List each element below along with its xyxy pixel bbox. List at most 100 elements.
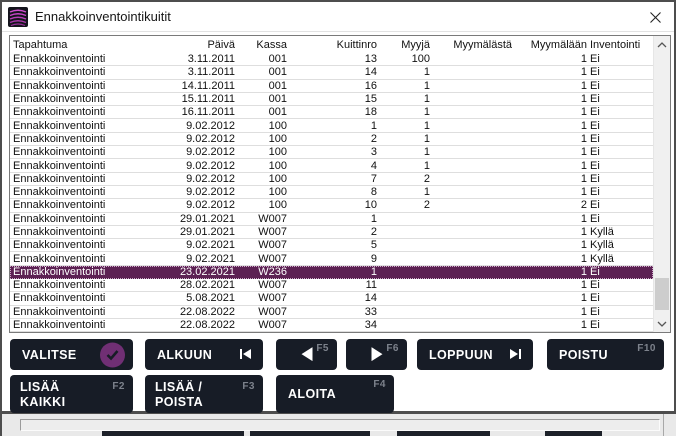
cell: Ennakkoinventointi [10,213,175,225]
table-row[interactable]: Ennakkoinventointi16.11.20110011811Ei [10,106,653,119]
skip-to-start-icon [240,348,251,362]
cell: 1 [377,133,430,145]
close-icon[interactable] [646,8,664,26]
cell: 9.02.2012 [175,186,235,198]
poistu-button[interactable]: F10 POISTU [547,339,664,370]
vertical-scrollbar[interactable] [653,36,670,332]
cell: 7 [287,173,377,185]
background-window-button-fragment [102,431,244,436]
cell: 1 [512,213,587,225]
cell: Ei [587,306,653,318]
cell: 16 [287,80,377,92]
cell: 9.02.2021 [175,253,235,265]
table-row-selected[interactable]: Ennakkoinventointi23.02.2021W23611Ei [10,266,653,279]
column-header-1: Päivä [175,39,235,51]
cell: 34 [287,319,377,331]
table-row[interactable]: Ennakkoinventointi9.02.2012100411Ei [10,159,653,172]
table-row[interactable]: Ennakkoinventointi9.02.2021W00791Kyllä [10,252,653,265]
cell: Ennakkoinventointi [10,292,175,304]
cell: 1 [377,120,430,132]
table-row[interactable]: Ennakkoinventointi9.02.2012100811Ei [10,186,653,199]
cell: 4 [287,160,377,172]
cell: Ei [587,173,653,185]
scroll-down-icon[interactable] [654,315,670,332]
background-window-button-fragment [545,431,602,436]
cell: 1 [512,292,587,304]
previous-button[interactable]: F5 [276,339,337,370]
cell: 1 [512,266,587,278]
table-row[interactable]: Ennakkoinventointi29.01.2021W00721Kyllä [10,226,653,239]
next-button[interactable]: F6 [346,339,407,370]
loppuun-label: LOPPUUN [429,348,493,362]
cell: 100 [377,53,430,65]
table-row[interactable]: Ennakkoinventointi9.02.2012100211Ei [10,133,653,146]
table-row[interactable]: Ennakkoinventointi9.02.2012100311Ei [10,146,653,159]
table-row[interactable]: Ennakkoinventointi9.02.20121001022Ei [10,199,653,212]
status-field [20,419,660,431]
cell: 15 [287,93,377,105]
cell: 14 [287,292,377,304]
background-window-edge [663,414,664,436]
table-row[interactable]: Ennakkoinventointi22.08.2022W007331Ei [10,306,653,319]
cell: 1 [377,66,430,78]
alkuun-button[interactable]: ALKUUN [145,339,263,370]
table-row[interactable]: Ennakkoinventointi29.01.2021W00711Ei [10,213,653,226]
cell: 100 [235,199,287,211]
cell: Ennakkoinventointi [10,173,175,185]
table-row[interactable]: Ennakkoinventointi3.11.20110011411Ei [10,66,653,79]
cell: Ennakkoinventointi [10,239,175,251]
cell: 001 [235,106,287,118]
cell: Ei [587,160,653,172]
cell: Ennakkoinventointi [10,146,175,158]
lisaa-kaikki-button[interactable]: F2 LISÄÄ KAIKKI [10,375,133,413]
cell: 1 [512,93,587,105]
poistu-fkey: F10 [637,343,656,354]
cell: 2 [377,173,430,185]
lisaa-kaikki-label-line1: LISÄÄ [20,380,123,395]
cell: 5.08.2021 [175,292,235,304]
receipt-list-content: TapahtumaPäiväKassaKuittinroMyyjäMyymälä… [10,36,653,332]
aloita-button[interactable]: F4 ALOITA [276,375,394,413]
table-row[interactable]: Ennakkoinventointi22.08.2022W007341Ei [10,319,653,332]
valitse-button[interactable]: VALITSE [10,339,133,370]
cell: 1 [512,66,587,78]
loppuun-button[interactable]: LOPPUUN [417,339,533,370]
cell: Kyllä [587,226,653,238]
cell: 14 [287,66,377,78]
cell: 1 [512,146,587,158]
next-fkey: F6 [386,343,399,354]
scrollbar-thumb[interactable] [655,278,669,310]
cell: 9.02.2012 [175,133,235,145]
valitse-label: VALITSE [22,348,77,362]
cell: 1 [512,80,587,92]
table-row[interactable]: Ennakkoinventointi14.11.20110011611Ei [10,80,653,93]
skip-to-end-icon [510,348,521,362]
cell: 5 [287,239,377,251]
cell: Ennakkoinventointi [10,186,175,198]
table-row[interactable]: Ennakkoinventointi28.02.2021W007111Ei [10,279,653,292]
cell: Ennakkoinventointi [10,93,175,105]
cell: Ei [587,106,653,118]
cell: W236 [235,266,287,278]
cell: 3.11.2011 [175,53,235,65]
cell: W007 [235,319,287,331]
cell: 1 [512,173,587,185]
table-row[interactable]: Ennakkoinventointi3.11.2011001131001Ei [10,53,653,66]
cell: Ennakkoinventointi [10,266,175,278]
table-row[interactable]: Ennakkoinventointi15.11.20110011511Ei [10,93,653,106]
cell: 1 [287,266,377,278]
lisaa-poista-button[interactable]: F3 LISÄÄ / POISTA [145,375,263,413]
table-row[interactable]: Ennakkoinventointi9.02.2012100721Ei [10,173,653,186]
table-row[interactable]: Ennakkoinventointi9.02.2021W00751Kyllä [10,239,653,252]
column-header-3: Kuittinro [287,39,377,51]
cell: Ennakkoinventointi [10,160,175,172]
cell: 1 [512,120,587,132]
table-row[interactable]: Ennakkoinventointi5.08.2021W007141Ei [10,292,653,305]
cell: 3.11.2011 [175,66,235,78]
column-header-2: Kassa [235,39,287,51]
cell: Ei [587,292,653,304]
cell: 15.11.2011 [175,93,235,105]
cell: Ei [587,319,653,331]
table-row[interactable]: Ennakkoinventointi9.02.2012100111Ei [10,119,653,132]
scroll-up-icon[interactable] [654,36,670,53]
